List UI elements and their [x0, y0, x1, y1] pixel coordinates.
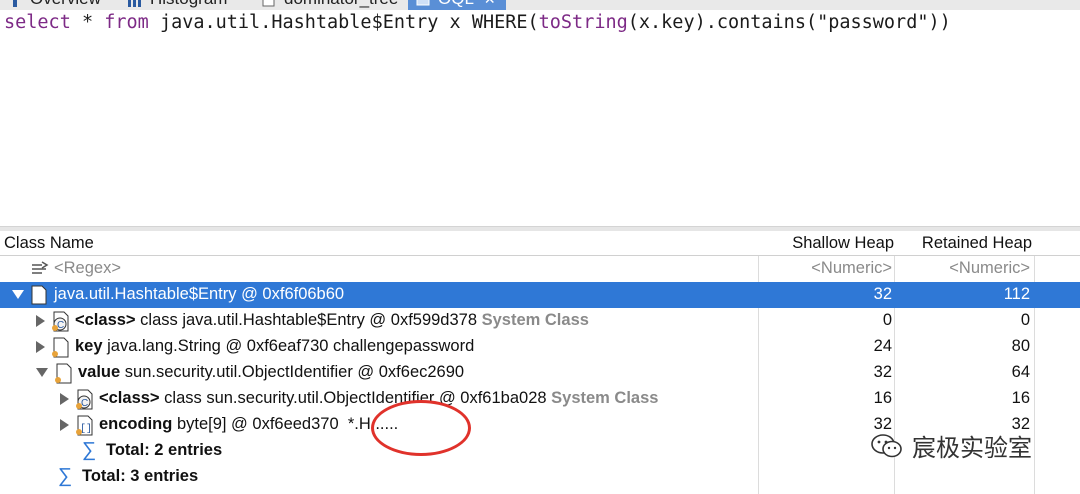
row-retained-heap: 0: [1020, 311, 1030, 329]
query-text: select * from java.util.Hashtable$Entry …: [4, 12, 951, 33]
row-retained-heap: 64: [1011, 363, 1030, 381]
sum-icon: ∑: [57, 465, 73, 487]
watermark: 宸极实验室: [870, 428, 1032, 463]
array-icon: []: [75, 415, 93, 436]
table-row[interactable]: C <class> class sun.security.util.Object…: [0, 386, 1080, 412]
row-suffix: System Class: [481, 311, 589, 329]
row-shallow-heap: 16: [873, 389, 892, 407]
header-class-name[interactable]: Class Name: [4, 231, 94, 255]
query-condition: (x.key).contains("password")): [627, 12, 951, 33]
total-label: Total: 2 entries: [106, 441, 223, 459]
header-shallow-heap[interactable]: Shallow Heap: [760, 231, 894, 255]
total-label: Total: 3 entries: [82, 467, 199, 485]
field-object-icon: [51, 337, 69, 358]
row-suffix: System Class: [551, 389, 659, 407]
svg-text:[]: []: [80, 423, 92, 435]
tree-icon: [262, 0, 276, 7]
tab-oql[interactable]: OQL ✕: [408, 0, 506, 10]
query-star: *: [70, 12, 105, 33]
overview-icon: [8, 0, 22, 7]
row-shallow-heap: 32: [873, 285, 892, 303]
row-name: class java.util.Hashtable$Entry @ 0xf599…: [140, 311, 478, 329]
expand-icon[interactable]: [60, 392, 69, 405]
svg-text:C: C: [57, 320, 64, 331]
class-icon: C: [51, 311, 69, 332]
row-retained-heap: 80: [1011, 337, 1030, 355]
expand-icon[interactable]: [36, 314, 45, 327]
close-tab-icon[interactable]: ✕: [484, 0, 496, 8]
sum-icon: ∑: [81, 439, 97, 461]
oql-icon: [416, 0, 430, 6]
shallow-filter-input[interactable]: <Numeric>: [760, 256, 892, 282]
oql-query-editor[interactable]: select * from java.util.Hashtable$Entry …: [0, 10, 1080, 228]
collapse-icon[interactable]: [36, 368, 48, 378]
query-keyword-from: from: [104, 12, 149, 33]
histogram-icon: [128, 0, 142, 7]
row-label: <class>: [75, 311, 136, 329]
query-keyword-select: select: [4, 12, 71, 33]
table-row[interactable]: value sun.security.util.ObjectIdentifier…: [0, 360, 1080, 386]
tab-overview[interactable]: Overview: [8, 0, 101, 10]
filter-row: <Regex> <Numeric> <Numeric>: [0, 256, 1080, 282]
tab-histogram[interactable]: Histogram: [128, 0, 227, 10]
row-retained-heap: 16: [1011, 389, 1030, 407]
field-object-icon: [54, 363, 72, 384]
highlight-circle: [371, 400, 471, 456]
table-row-total: ∑ Total: 3 entries: [0, 464, 1080, 490]
row-label: <class>: [99, 389, 160, 407]
header-retained-heap[interactable]: Retained Heap: [896, 231, 1032, 255]
row-shallow-heap: 24: [873, 337, 892, 355]
query-function: toString: [538, 12, 628, 33]
table-row[interactable]: C <class> class java.util.Hashtable$Entr…: [0, 308, 1080, 334]
row-shallow-heap: 0: [882, 311, 892, 329]
expand-icon[interactable]: [60, 418, 69, 431]
row-label: key: [75, 337, 103, 355]
table-row[interactable]: java.util.Hashtable$Entry @ 0xf6f06b60 3…: [0, 282, 1080, 308]
regex-filter-input[interactable]: <Regex>: [54, 256, 121, 282]
row-name: java.lang.String @ 0xf6eaf730 challengep…: [107, 337, 475, 355]
table-row[interactable]: key java.lang.String @ 0xf6eaf730 challe…: [0, 334, 1080, 360]
row-name: sun.security.util.ObjectIdentifier @ 0xf…: [124, 363, 465, 381]
object-icon: [30, 285, 48, 305]
row-name: java.util.Hashtable$Entry @ 0xf6f06b60: [54, 285, 345, 303]
svg-text:C: C: [81, 398, 88, 409]
table-header: Class Name Shallow Heap Retained Heap: [0, 231, 1080, 256]
tab-dominator-tree[interactable]: dominator_tree: [262, 0, 398, 10]
collapse-icon[interactable]: [12, 290, 24, 300]
wechat-icon: [870, 432, 904, 460]
class-icon: C: [75, 389, 93, 410]
retained-filter-input[interactable]: <Numeric>: [896, 256, 1030, 282]
row-name: class sun.security.util.ObjectIdentifier…: [164, 389, 547, 407]
query-class-clause: java.util.Hashtable$Entry x WHERE(: [148, 12, 539, 33]
regex-filter-icon: [30, 259, 49, 279]
expand-icon[interactable]: [36, 340, 45, 353]
row-label: value: [78, 363, 121, 381]
row-shallow-heap: 32: [873, 363, 892, 381]
watermark-text: 宸极实验室: [912, 435, 1032, 462]
row-retained-heap: 112: [1003, 285, 1030, 303]
row-label: encoding: [99, 415, 173, 433]
row-name: byte[9] @ 0xf6eed370: [176, 415, 339, 433]
